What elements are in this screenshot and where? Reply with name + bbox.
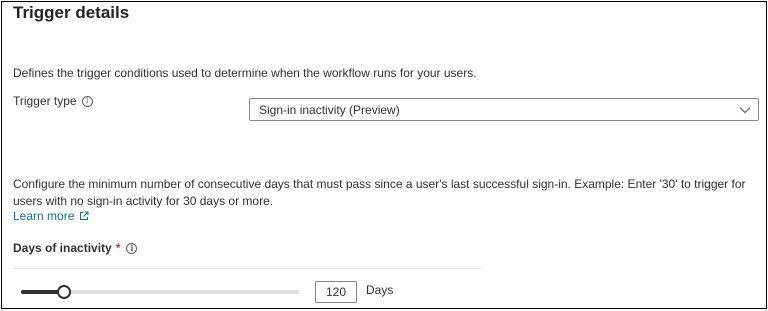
days-unit-label: Days	[366, 283, 394, 297]
learn-more-label: Learn more	[13, 209, 75, 223]
slider-thumb[interactable]	[57, 285, 71, 299]
divider	[13, 268, 482, 269]
page-title: Trigger details	[13, 3, 130, 22]
learn-more-link[interactable]: Learn more	[13, 209, 89, 223]
info-icon[interactable]: i	[126, 242, 138, 254]
external-link-icon	[80, 211, 89, 220]
days-of-inactivity-label: Days of inactivity * i	[13, 241, 138, 255]
trigger-type-label: Trigger type i	[13, 94, 93, 108]
trigger-type-label-text: Trigger type	[13, 94, 77, 108]
trigger-type-selected: Sign-in inactivity (Preview)	[259, 102, 400, 117]
inactivity-help-text: Configure the minimum number of consecut…	[13, 177, 746, 208]
required-marker: *	[115, 241, 121, 255]
days-input[interactable]: 120	[315, 281, 357, 303]
chevron-down-icon	[739, 107, 751, 114]
info-icon[interactable]: i	[81, 95, 93, 107]
days-of-inactivity-label-text: Days of inactivity	[13, 241, 112, 255]
trigger-description: Defines the trigger conditions used to d…	[13, 66, 477, 80]
trigger-type-dropdown[interactable]: Sign-in inactivity (Preview)	[249, 98, 759, 121]
trigger-details-panel: Trigger details Defines the trigger cond…	[1, 1, 767, 309]
days-slider[interactable]	[21, 285, 299, 299]
